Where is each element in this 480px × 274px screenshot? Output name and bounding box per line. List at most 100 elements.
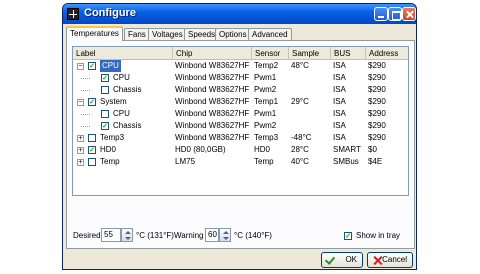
cancel-label: Cancel <box>382 255 407 264</box>
checkbox-icon[interactable] <box>101 110 109 118</box>
show-in-tray-label: Show in tray <box>356 231 401 240</box>
expand-icon[interactable]: + <box>77 159 84 166</box>
close-button[interactable] <box>402 7 416 21</box>
desired-label: Desired <box>73 231 101 240</box>
list-header: Label Chip Sensor Sample BUS Address <box>73 47 408 60</box>
cell-sensor: Pwm2 <box>254 85 277 94</box>
temperatures-panel: Label Chip Sensor Sample BUS Address − ✓ C… <box>66 40 415 249</box>
column-label[interactable]: Label <box>73 47 173 60</box>
desired-input[interactable]: 55 <box>101 228 121 242</box>
warning-input[interactable]: 60 <box>205 228 219 242</box>
cell-sensor: Temp3 <box>254 133 279 142</box>
cell-sample: 28°C <box>291 145 309 154</box>
row-label: Chassis <box>113 85 142 94</box>
cell-address: $290 <box>368 73 386 82</box>
row-label: Temp <box>100 157 120 166</box>
row-label: CPU <box>100 60 121 72</box>
column-sample[interactable]: Sample <box>289 47 331 60</box>
checkbox-icon[interactable]: ✓ <box>101 122 109 130</box>
row-label: Temp3 <box>100 133 125 142</box>
row-label: Chassis <box>113 121 142 130</box>
maximize-button[interactable] <box>388 7 402 21</box>
collapse-icon[interactable]: − <box>77 99 84 106</box>
minimize-button[interactable] <box>374 7 388 21</box>
tab-temperatures[interactable]: Temperatures <box>66 26 123 41</box>
checkbox-icon[interactable] <box>88 134 96 142</box>
column-sensor[interactable]: Sensor <box>252 47 289 60</box>
table-row[interactable]: + ✓ HD0 HD0 (80,0GB) HD0 28°C SMART $0 <box>73 144 408 156</box>
cell-sample: 48°C <box>291 61 309 70</box>
ok-label: OK <box>345 255 357 264</box>
expand-icon[interactable]: + <box>77 147 84 154</box>
title-bar[interactable]: Configure <box>63 4 416 24</box>
column-address[interactable]: Address <box>366 47 408 60</box>
expand-icon[interactable]: + <box>77 135 84 142</box>
warning-label: Warning <box>174 231 204 240</box>
tab-fans[interactable]: Fans <box>124 28 150 40</box>
column-bus[interactable]: BUS <box>331 47 366 60</box>
checkbox-icon[interactable]: ✓ <box>88 146 96 154</box>
tab-speeds[interactable]: Speeds <box>184 28 220 40</box>
cell-sensor: Temp1 <box>254 97 279 106</box>
warning-spin-icon[interactable] <box>219 228 231 242</box>
table-row[interactable]: ✓ Chassis Winbond W83627HF Pwm2 ISA $290 <box>73 120 408 132</box>
cell-address: $0 <box>368 145 377 154</box>
cell-sample: 29°C <box>291 97 309 106</box>
table-row[interactable]: + Temp3 Winbond W83627HF Temp3 -48°C ISA $290 <box>73 132 408 144</box>
row-label: System <box>100 97 127 106</box>
desired-unit: °C (131°F) <box>136 231 174 240</box>
table-row[interactable]: CPU Winbond W83627HF Pwm1 ISA $290 <box>73 108 408 120</box>
tab-advanced[interactable]: Advanced <box>248 28 292 40</box>
table-row[interactable]: − ✓ System Winbond W83627HF Temp1 29°C ISA $290 <box>73 96 408 108</box>
checkbox-icon[interactable] <box>101 86 109 94</box>
collapse-icon[interactable]: − <box>77 63 84 70</box>
cell-bus: ISA <box>333 61 346 70</box>
window-title: Configure <box>84 7 136 19</box>
tree-connector <box>81 126 90 127</box>
checkbox-icon[interactable] <box>88 158 96 166</box>
cell-chip: HD0 (80,0GB) <box>175 145 226 154</box>
cell-address: $290 <box>368 61 386 70</box>
desired-spin-icon[interactable] <box>121 228 133 242</box>
cell-chip: Winbond W83627HF <box>175 73 250 82</box>
cell-bus: SMART <box>333 145 361 154</box>
sensor-list[interactable]: Label Chip Sensor Sample BUS Address − ✓ C… <box>72 46 409 196</box>
list-body: − ✓ CPU Winbond W83627HF Temp2 48°C ISA $290 ✓ CP… <box>73 60 408 168</box>
tab-options[interactable]: Options <box>215 28 251 40</box>
tree-connector <box>81 114 90 115</box>
checkbox-icon[interactable]: ✓ <box>88 62 96 70</box>
row-label: CPU <box>113 109 130 118</box>
tab-voltages[interactable]: Voltages <box>148 28 187 40</box>
checkmark-icon <box>324 254 336 265</box>
cell-chip: Winbond W83627HF <box>175 133 250 142</box>
configure-window: Configure Temperatures Fans Voltages Spe… <box>62 3 417 270</box>
cell-bus: ISA <box>333 109 346 118</box>
cell-bus: ISA <box>333 121 346 130</box>
column-chip[interactable]: Chip <box>173 47 252 60</box>
cell-sensor: Pwm1 <box>254 73 277 82</box>
show-in-tray-checkbox[interactable]: ✓ <box>344 232 352 240</box>
cell-address: $290 <box>368 121 386 130</box>
ok-button[interactable]: OK <box>321 252 363 268</box>
cell-sample: -48°C <box>291 133 312 142</box>
app-icon <box>67 8 79 20</box>
cell-sensor: Temp <box>254 157 274 166</box>
cell-sample: 40°C <box>291 157 309 166</box>
checkbox-icon[interactable]: ✓ <box>101 74 109 82</box>
table-row[interactable]: + Temp LM75 Temp 40°C SMBus $4E <box>73 156 408 168</box>
table-row[interactable]: ✓ CPU Winbond W83627HF Pwm1 ISA $290 <box>73 72 408 84</box>
cell-chip: Winbond W83627HF <box>175 121 250 130</box>
cell-bus: SMBus <box>333 157 359 166</box>
cancel-button[interactable]: Cancel <box>367 252 413 268</box>
cell-chip: LM75 <box>175 157 196 166</box>
cell-bus: ISA <box>333 85 346 94</box>
cell-address: $290 <box>368 97 386 106</box>
cell-address: $290 <box>368 85 386 94</box>
cell-sensor: Pwm1 <box>254 109 277 118</box>
table-row[interactable]: − ✓ CPU Winbond W83627HF Temp2 48°C ISA $290 <box>73 60 408 72</box>
cell-bus: ISA <box>333 97 346 106</box>
checkbox-icon[interactable]: ✓ <box>88 98 96 106</box>
cell-bus: ISA <box>333 73 346 82</box>
cell-sensor: Pwm2 <box>254 121 277 130</box>
table-row[interactable]: Chassis Winbond W83627HF Pwm2 ISA $290 <box>73 84 408 96</box>
